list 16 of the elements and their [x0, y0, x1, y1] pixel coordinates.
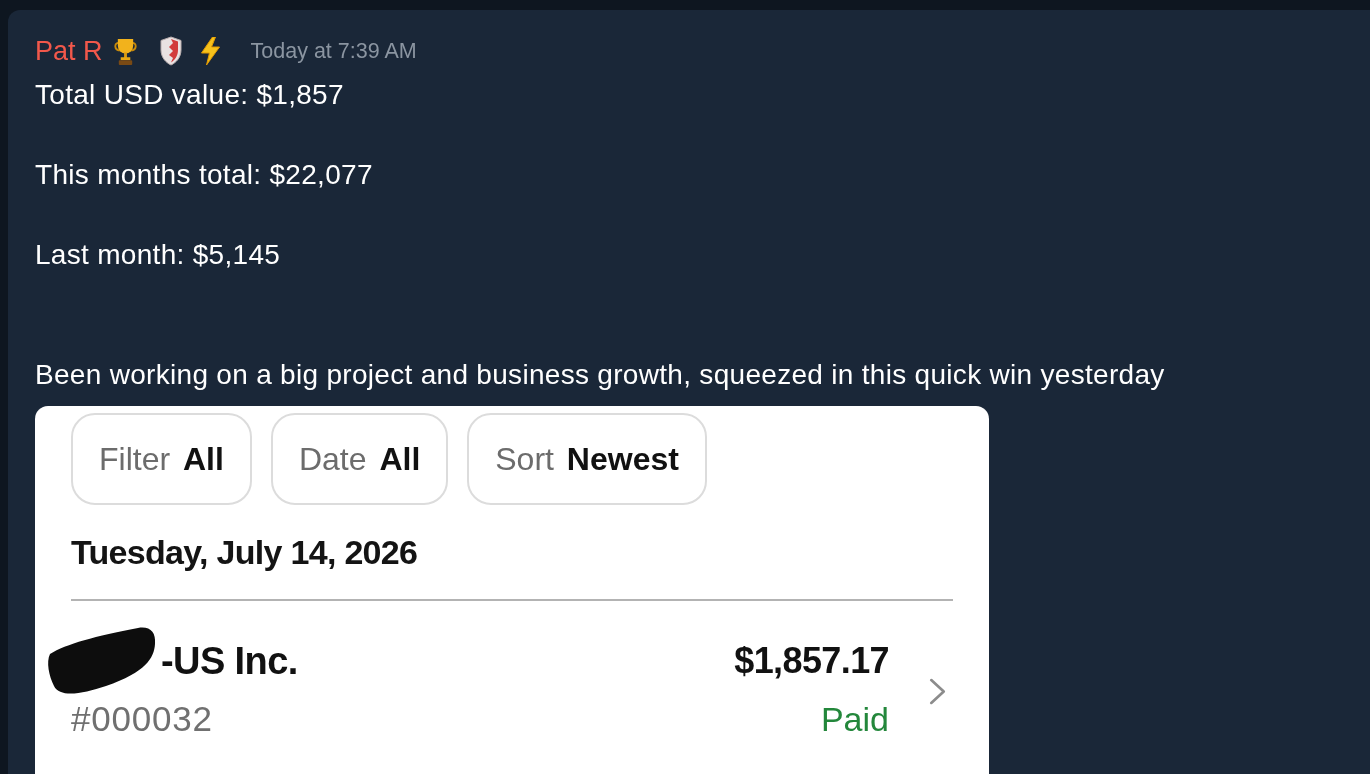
filter-chip: Date All: [270, 413, 449, 505]
chevron-right-icon: [929, 678, 946, 705]
image-attachment[interactable]: Filter All Date All Sort Newest Tuesday, July 14, 2026 -US Inc. #000032 $1,857.17 Paid: [35, 406, 989, 774]
filter-chip: Filter All: [71, 413, 252, 505]
date-heading: Tuesday, July 14, 2026: [71, 532, 419, 572]
lightning-icon: [199, 37, 221, 65]
shield-icon: [159, 36, 182, 66]
message-text: Total USD value: $1,857 This months total: $22,077 Last month: $5,145 Been working on a big project and business growth, squeezed in this quick win yesterday: [35, 78, 1166, 392]
author-name[interactable]: Pat R: [35, 35, 103, 67]
filter-chip: Sort Newest: [467, 413, 707, 505]
message-timestamp: Today at 7:39 AM: [250, 38, 417, 64]
amount-text: $1,857.17: [734, 639, 889, 683]
trophy-icon: [113, 36, 137, 66]
status-text: Paid: [820, 699, 889, 739]
payee-name: -US Inc.: [161, 639, 298, 683]
invoice-number: #000032: [71, 699, 213, 739]
